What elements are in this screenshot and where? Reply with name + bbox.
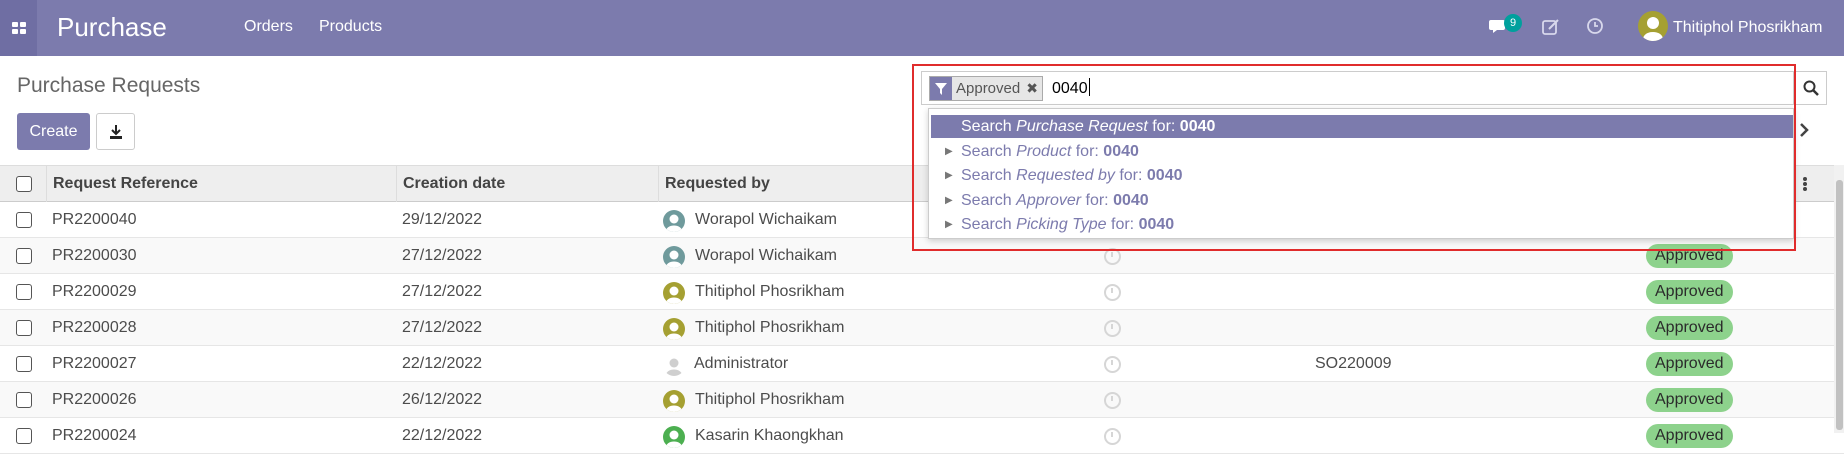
requested-by: Thitiphol Phosrikham (695, 283, 845, 300)
select-all-checkbox[interactable] (16, 176, 32, 192)
creation-date: 29/12/2022 (402, 211, 483, 228)
requester-avatar (663, 354, 685, 376)
pager-next-button[interactable] (1798, 122, 1810, 143)
request-reference: PR2200029 (52, 283, 137, 300)
table-row[interactable]: PR2200029 27/12/2022 Thitiphol Phosrikham A… (0, 274, 1844, 310)
create-button[interactable]: Create (17, 113, 90, 150)
creation-date: 27/12/2022 (402, 247, 483, 264)
clock-icon (1587, 18, 1603, 34)
edit-icon (1542, 19, 1559, 35)
request-reference: PR2200026 (52, 391, 137, 408)
source-document: SO220009 (1315, 355, 1392, 372)
top-navbar: Purchase Orders Products 9 Thitiphol Pho… (0, 0, 1844, 56)
row-checkbox[interactable] (16, 428, 32, 444)
chevron-right-icon (1800, 123, 1809, 137)
request-reference: PR2200028 (52, 319, 137, 336)
requester-avatar (663, 282, 685, 304)
request-reference: PR2200024 (52, 427, 137, 444)
activity-clock-icon[interactable] (1104, 320, 1121, 337)
page-title: Purchase Requests (17, 74, 201, 97)
column-request-reference[interactable]: Request Reference (46, 166, 396, 202)
activity-clock-icon[interactable] (1104, 284, 1121, 301)
user-avatar[interactable] (1638, 11, 1668, 41)
table-row[interactable]: PR2200028 27/12/2022 Thitiphol Phosrikham A… (0, 310, 1844, 346)
download-button[interactable] (96, 113, 135, 150)
creation-date: 27/12/2022 (402, 319, 483, 336)
activity-clock-icon[interactable] (1104, 356, 1121, 373)
activity-clock-icon[interactable] (1104, 392, 1121, 409)
requester-avatar (663, 210, 685, 232)
app-title: Purchase (57, 12, 167, 42)
requester-avatar (663, 318, 685, 340)
creation-date: 22/12/2022 (402, 355, 483, 372)
requested-by: Thitiphol Phosrikham (695, 391, 845, 408)
requested-by: Worapol Wichaikam (695, 211, 837, 228)
optional-columns-button[interactable] (1796, 166, 1826, 202)
highlight-annotation-box (912, 64, 1796, 251)
message-count-badge: 9 (1504, 14, 1522, 32)
row-checkbox[interactable] (16, 248, 32, 264)
requester-avatar (663, 426, 685, 448)
table-row[interactable]: PR2200027 22/12/2022 Administrator SO220009… (0, 346, 1844, 382)
row-checkbox[interactable] (16, 356, 32, 372)
activity-clock-icon[interactable] (1104, 428, 1121, 445)
user-name[interactable]: Thitiphol Phosrikham (1673, 19, 1822, 37)
menu-orders[interactable]: Orders (244, 18, 293, 36)
column-creation-date[interactable]: Creation date (396, 166, 658, 202)
creation-date: 22/12/2022 (402, 427, 483, 444)
request-reference: PR2200030 (52, 247, 137, 264)
status-badge: Approved (1646, 388, 1733, 412)
scrollbar-thumb[interactable] (1836, 180, 1843, 430)
request-reference: PR2200040 (52, 211, 137, 228)
request-reference: PR2200027 (52, 355, 137, 372)
table-row[interactable]: PR2200024 22/12/2022 Kasarin Khaongkhan App… (0, 418, 1844, 454)
requester-avatar (663, 246, 685, 268)
grid-icon (11, 22, 26, 34)
status-badge: Approved (1646, 280, 1733, 304)
row-checkbox[interactable] (16, 392, 32, 408)
requested-by: Worapol Wichaikam (695, 247, 837, 264)
requested-by: Thitiphol Phosrikham (695, 319, 845, 336)
table-row[interactable]: PR2200026 26/12/2022 Thitiphol Phosrikham A… (0, 382, 1844, 418)
timesheet-button[interactable] (1585, 16, 1605, 41)
status-badge: Approved (1646, 424, 1733, 448)
status-badge: Approved (1646, 352, 1733, 376)
creation-date: 26/12/2022 (402, 391, 483, 408)
row-checkbox[interactable] (16, 320, 32, 336)
download-icon (109, 124, 122, 139)
search-icon (1803, 80, 1819, 96)
row-checkbox[interactable] (16, 284, 32, 300)
app-menu-button[interactable] (0, 0, 37, 56)
search-button[interactable] (1795, 71, 1827, 105)
kebab-menu-icon (1803, 177, 1807, 191)
requester-avatar (663, 390, 685, 412)
status-badge: Approved (1646, 316, 1733, 340)
row-checkbox[interactable] (16, 212, 32, 228)
menu-products[interactable]: Products (319, 18, 382, 36)
creation-date: 27/12/2022 (402, 283, 483, 300)
activity-button[interactable] (1541, 17, 1561, 42)
requested-by: Administrator (694, 355, 789, 372)
requested-by: Kasarin Khaongkhan (695, 427, 844, 444)
